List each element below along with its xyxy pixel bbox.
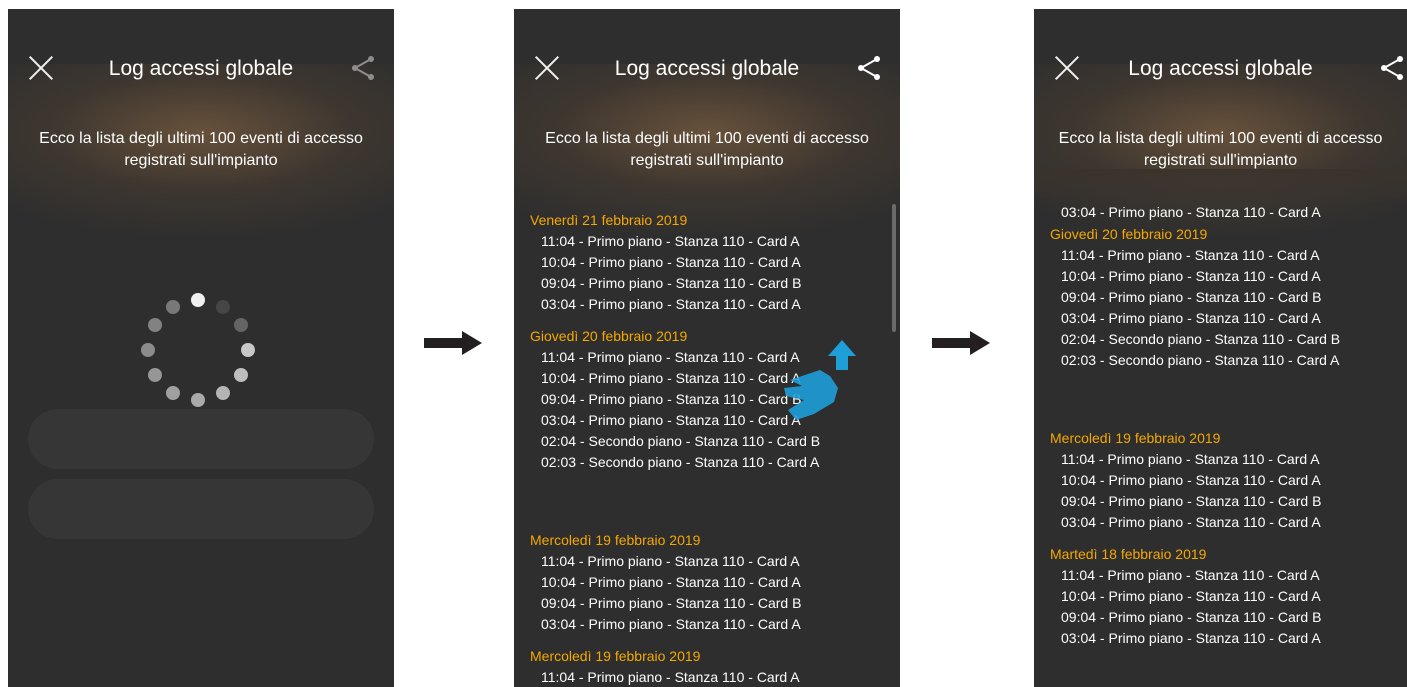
event-row[interactable]: 11:04 - Primo piano - Stanza 110 - Card … — [1050, 565, 1340, 586]
share-icon[interactable] — [1377, 53, 1407, 83]
event-row[interactable]: 10:04 - Primo piano - Stanza 110 - Card … — [1050, 586, 1340, 607]
event-row[interactable]: 03:04 - Primo piano - Stanza 110 - Card … — [1050, 628, 1340, 649]
event-row[interactable]: 09:04 - Primo piano - Stanza 110 - Card … — [1050, 607, 1340, 628]
share-icon[interactable] — [348, 53, 378, 83]
spinner-dot — [241, 343, 255, 357]
spinner-dot — [147, 318, 162, 332]
event-row[interactable]: 09:04 - Primo piano - Stanza 110 - Card … — [1050, 287, 1340, 308]
event-row[interactable]: 10:04 - Primo piano - Stanza 110 - Card … — [530, 252, 820, 273]
event-row[interactable]: 02:03 - Secondo piano - Stanza 110 - Car… — [1050, 350, 1340, 371]
screen-list-scrolled: Log accessi globale Ecco la lista degli … — [1034, 9, 1407, 687]
event-list[interactable]: 03:04 - Primo piano - Stanza 110 - Card … — [1050, 202, 1340, 649]
arrow-right-icon — [932, 331, 990, 355]
event-row[interactable]: 03:04 - Primo piano - Stanza 110 - Card … — [530, 410, 820, 431]
event-row[interactable]: 10:04 - Primo piano - Stanza 110 - Card … — [1050, 470, 1340, 491]
event-row[interactable]: 03:04 - Primo piano - Stanza 110 - Card … — [1050, 512, 1340, 533]
spinner-dot — [147, 368, 162, 382]
event-row[interactable]: 11:04 - Primo piano - Stanza 110 - Card … — [1050, 245, 1340, 266]
event-row[interactable]: 09:04 - Primo piano - Stanza 110 - Card … — [530, 593, 820, 614]
intro-text: Ecco la lista degli ultimi 100 eventi di… — [39, 130, 363, 169]
event-row[interactable]: 09:04 - Primo piano - Stanza 110 - Card … — [1050, 491, 1340, 512]
page-title: Log accessi globale — [108, 57, 294, 80]
event-row[interactable]: 11:04 - Primo piano - Stanza 110 - Card … — [530, 551, 820, 572]
event-row[interactable]: 02:03 - Secondo piano - Stanza 110 - Car… — [530, 452, 820, 473]
event-row[interactable]: 11:04 - Primo piano - Stanza 110 - Card … — [530, 347, 820, 368]
spinner-dot — [141, 343, 155, 357]
page-title: Log accessi globale — [1128, 57, 1313, 80]
date-header: Giovedì 20 febbraio 2019 — [530, 328, 688, 344]
date-header: Giovedì 20 febbraio 2019 — [1050, 226, 1208, 242]
spinner-dot — [191, 293, 205, 307]
page-title: Log accessi globale — [614, 57, 800, 80]
arrow-right-icon — [424, 331, 482, 355]
event-row[interactable]: 03:04 - Primo piano - Stanza 110 - Card … — [530, 294, 820, 315]
spinner-dot — [216, 299, 230, 314]
event-row[interactable]: 11:04 - Primo piano - Stanza 110 - Card … — [530, 231, 820, 252]
event-row[interactable]: 03:04 - Primo piano - Stanza 110 - Card … — [530, 614, 820, 635]
event-row[interactable]: 03:04 - Primo piano - Stanza 110 - Card … — [1050, 308, 1340, 329]
spinner-dot — [234, 318, 249, 332]
intro-text: Ecco la lista degli ultimi 100 eventi di… — [545, 130, 869, 169]
top-bar: Log accessi globale — [514, 49, 900, 89]
placeholder-blur — [28, 409, 374, 469]
scrollbar[interactable] — [892, 204, 896, 332]
event-row[interactable]: 11:04 - Primo piano - Stanza 110 - Card … — [530, 667, 820, 687]
date-header: Mercoledì 19 febbraio 2019 — [530, 532, 701, 548]
event-row[interactable]: 02:04 - Secondo piano - Stanza 110 - Car… — [1050, 329, 1340, 350]
event-row[interactable]: 09:04 - Primo piano - Stanza 110 - Card … — [530, 273, 820, 294]
spinner-dot — [216, 386, 230, 401]
event-row-partial[interactable]: 03:04 - Primo piano - Stanza 110 - Card … — [1050, 202, 1340, 223]
date-header: Mercoledì 19 febbraio 2019 — [1050, 430, 1221, 446]
spinner-dot — [166, 386, 180, 401]
event-row[interactable]: 10:04 - Primo piano - Stanza 110 - Card … — [530, 572, 820, 593]
spinner-dot — [191, 393, 205, 407]
event-list[interactable]: Venerdì 21 febbraio 2019 11:04 - Primo pi… — [530, 209, 820, 687]
event-row[interactable]: 10:04 - Primo piano - Stanza 110 - Card … — [530, 368, 820, 389]
top-bar: Log accessi globale — [1034, 49, 1407, 89]
date-header: Martedì 18 febbraio 2019 — [1050, 546, 1207, 562]
scroll-fade — [1034, 169, 1407, 203]
swipe-up-hand-icon — [784, 340, 856, 420]
placeholder-blur — [28, 479, 374, 539]
spinner-dot — [166, 299, 180, 314]
event-row[interactable]: 09:04 - Primo piano - Stanza 110 - Card … — [530, 389, 820, 410]
event-row[interactable]: 11:04 - Primo piano - Stanza 110 - Card … — [1050, 449, 1340, 470]
share-icon[interactable] — [854, 53, 884, 83]
date-header: Mercoledì 19 febbraio 2019 — [530, 648, 701, 664]
top-bar: Log accessi globale — [8, 49, 394, 89]
screen-loading: Log accessi globale Ecco la lista degli … — [8, 9, 394, 687]
date-header: Venerdì 21 febbraio 2019 — [530, 212, 688, 228]
event-row[interactable]: 10:04 - Primo piano - Stanza 110 - Card … — [1050, 266, 1340, 287]
loading-spinner-icon — [138, 290, 258, 410]
spinner-dot — [234, 368, 249, 382]
event-row[interactable]: 02:04 - Secondo piano - Stanza 110 - Car… — [530, 431, 820, 452]
intro-text: Ecco la lista degli ultimi 100 eventi di… — [1058, 130, 1383, 169]
